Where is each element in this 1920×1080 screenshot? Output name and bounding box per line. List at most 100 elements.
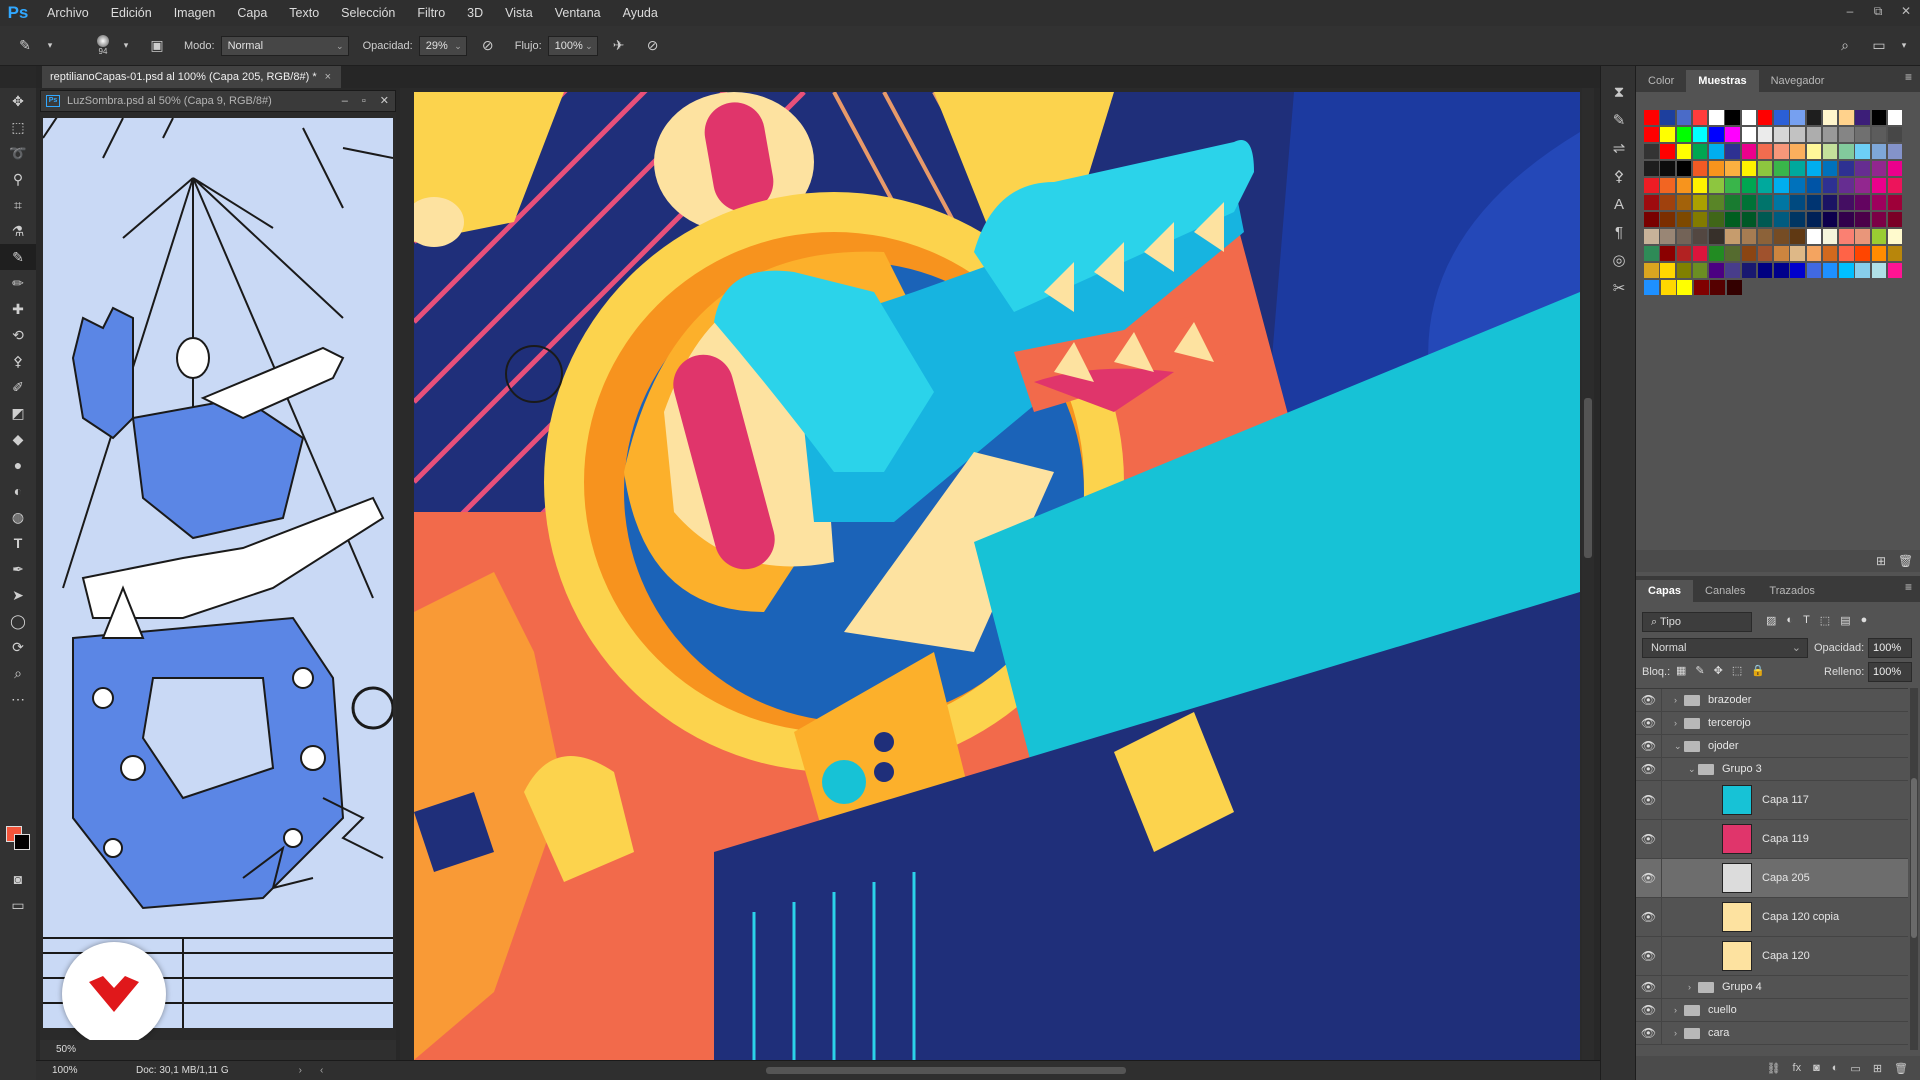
- path-selection-tool-icon[interactable]: ➤: [0, 582, 36, 608]
- horizontal-scroll-thumb[interactable]: [766, 1067, 1126, 1074]
- color-swatch[interactable]: [1660, 212, 1675, 227]
- shape-filter-icon[interactable]: ⬚: [1820, 614, 1830, 627]
- color-swatch[interactable]: [1644, 161, 1659, 176]
- color-swatch[interactable]: [1774, 110, 1789, 125]
- layer-row[interactable]: 👁 ⌄ Grupo 3: [1636, 758, 1908, 781]
- dodge-tool-icon[interactable]: ◐: [0, 478, 36, 504]
- brush-picker-chevron-icon[interactable]: ▾: [120, 35, 132, 57]
- lock-pixels-icon[interactable]: ✎: [1695, 664, 1704, 677]
- tab-channels[interactable]: Canales: [1693, 580, 1757, 602]
- paint-bucket-tool-icon[interactable]: ◆: [0, 426, 36, 452]
- chevron-right-icon[interactable]: ›: [1674, 1005, 1684, 1015]
- color-swatch[interactable]: [1871, 263, 1887, 278]
- pixel-filter-icon[interactable]: ▨: [1766, 614, 1776, 627]
- color-swatch[interactable]: [1660, 144, 1675, 159]
- color-swatch[interactable]: [1709, 195, 1724, 210]
- color-swatch[interactable]: [1806, 110, 1822, 125]
- visibility-eye-icon[interactable]: 👁: [1636, 1022, 1662, 1044]
- blend-mode-select[interactable]: Normal ⌄: [1642, 638, 1808, 658]
- tab-reptiliano[interactable]: reptilianoCapas-01.psd al 100% (Capa 205…: [42, 66, 342, 88]
- color-swatch[interactable]: [1709, 212, 1724, 227]
- adjustments-icon[interactable]: ⇌: [1601, 134, 1637, 162]
- color-swatch[interactable]: [1726, 280, 1742, 295]
- layer-row[interactable]: 👁 › tercerojo: [1636, 712, 1908, 735]
- color-swatch[interactable]: [1644, 229, 1659, 244]
- color-swatch[interactable]: [1839, 212, 1854, 227]
- status-menu-arrow-icon[interactable]: ›: [299, 1065, 302, 1076]
- color-swatch[interactable]: [1839, 263, 1854, 278]
- color-swatch[interactable]: [1692, 178, 1708, 193]
- color-swatch[interactable]: [1774, 144, 1789, 159]
- color-swatch[interactable]: [1741, 161, 1757, 176]
- history-brush-tool-icon[interactable]: ⟲: [0, 322, 36, 348]
- brush-panel-toggle-icon[interactable]: ▣: [146, 35, 168, 57]
- color-swatch[interactable]: [1660, 178, 1675, 193]
- layer-row[interactable]: 👁 › cara: [1636, 1022, 1908, 1045]
- color-swatch[interactable]: [1660, 195, 1675, 210]
- layer-row[interactable]: 👁 Capa 120: [1636, 937, 1908, 976]
- color-swatch[interactable]: [1710, 280, 1726, 295]
- color-swatch[interactable]: [1692, 229, 1708, 244]
- color-swatch[interactable]: [1692, 110, 1708, 125]
- color-swatch[interactable]: [1709, 229, 1724, 244]
- brush-presets-icon[interactable]: ✎: [1601, 106, 1637, 134]
- visibility-eye-icon[interactable]: 👁: [1636, 689, 1662, 711]
- color-swatch[interactable]: [1806, 246, 1822, 261]
- color-swatch[interactable]: [1887, 229, 1903, 244]
- artboard[interactable]: [414, 92, 1580, 1060]
- color-swatch[interactable]: [1660, 280, 1676, 295]
- close-icon[interactable]: ×: [325, 66, 331, 88]
- screen-mode-icon[interactable]: ▭: [0, 892, 36, 918]
- color-swatch[interactable]: [1822, 263, 1838, 278]
- color-swatch[interactable]: [1741, 212, 1757, 227]
- color-swatch[interactable]: [1887, 161, 1903, 176]
- color-swatch[interactable]: [1644, 263, 1659, 278]
- color-swatch[interactable]: [1709, 161, 1724, 176]
- blur-tool-icon[interactable]: ●: [0, 452, 36, 478]
- adjustment-layer-icon[interactable]: ◐: [1832, 1062, 1839, 1074]
- color-swatch[interactable]: [1725, 246, 1740, 261]
- close-icon[interactable]: ✕: [380, 91, 389, 111]
- color-swatch[interactable]: [1725, 263, 1740, 278]
- color-swatch[interactable]: [1806, 161, 1822, 176]
- zoom-tool-icon[interactable]: ⌕: [0, 660, 36, 686]
- color-swatch[interactable]: [1887, 195, 1903, 210]
- color-swatch[interactable]: [1692, 127, 1708, 142]
- color-swatch[interactable]: [1855, 195, 1870, 210]
- color-swatch[interactable]: [1741, 195, 1757, 210]
- clone-source-icon[interactable]: ⚴: [1601, 162, 1637, 190]
- color-swatch[interactable]: [1757, 161, 1773, 176]
- lasso-tool-icon[interactable]: ➰: [0, 140, 36, 166]
- color-swatch[interactable]: [1822, 246, 1838, 261]
- color-swatch[interactable]: [1855, 178, 1870, 193]
- color-swatch[interactable]: [1741, 246, 1757, 261]
- color-swatch[interactable]: [1839, 246, 1854, 261]
- color-swatch[interactable]: [1839, 161, 1854, 176]
- pressure-size-icon[interactable]: ⊘: [642, 35, 664, 57]
- color-swatch[interactable]: [1855, 212, 1870, 227]
- color-swatch[interactable]: [1806, 127, 1822, 142]
- color-swatch[interactable]: [1676, 161, 1692, 176]
- color-swatch[interactable]: [1676, 127, 1692, 142]
- color-swatch[interactable]: [1855, 127, 1870, 142]
- layer-row[interactable]: 👁 Capa 205: [1636, 859, 1908, 898]
- color-swatch[interactable]: [1790, 195, 1805, 210]
- color-swatch[interactable]: [1806, 195, 1822, 210]
- zoom-level[interactable]: 100%: [36, 1065, 96, 1076]
- color-swatch[interactable]: [1757, 263, 1773, 278]
- flow-input[interactable]: 100% ⌄: [547, 35, 598, 56]
- color-swatch[interactable]: [1871, 161, 1887, 176]
- color-swatch[interactable]: [1822, 229, 1838, 244]
- color-swatch[interactable]: [1871, 212, 1887, 227]
- chevron-right-icon[interactable]: ›: [1688, 982, 1698, 992]
- color-swatch[interactable]: [1887, 144, 1903, 159]
- chevron-right-icon[interactable]: ›: [1674, 718, 1684, 728]
- close-button[interactable]: ✕: [1892, 0, 1920, 22]
- layer-style-icon[interactable]: fx: [1793, 1062, 1802, 1074]
- brush-tool-icon[interactable]: ✎: [14, 35, 36, 57]
- menu-item-filtro[interactable]: Filtro: [406, 0, 456, 26]
- canvas-vertical-scrollbar[interactable]: [1582, 88, 1594, 1060]
- brush-preset-picker[interactable]: 94: [90, 33, 116, 59]
- minimize-icon[interactable]: –: [342, 91, 348, 111]
- color-swatch[interactable]: [1871, 144, 1887, 159]
